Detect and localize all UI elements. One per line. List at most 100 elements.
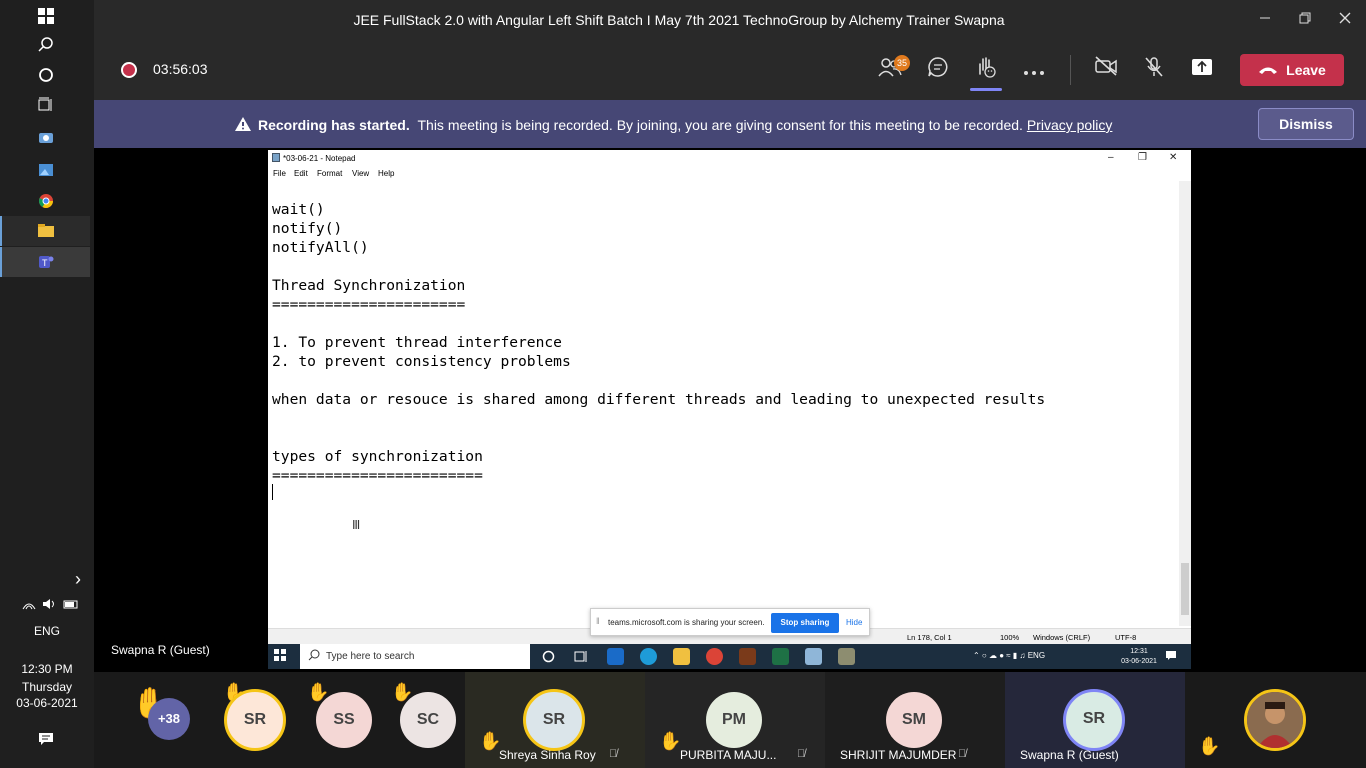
- chat-button[interactable]: [924, 56, 952, 84]
- notepad-line: notify(): [272, 220, 343, 237]
- reactions-button[interactable]: [972, 56, 1000, 84]
- clock-day: Thursday: [21, 680, 73, 694]
- recording-banner: Recording has started. This meeting is b…: [94, 100, 1366, 148]
- mic-off-icon: 🎙̸: [958, 748, 967, 760]
- chrome-icon[interactable]: [34, 189, 58, 213]
- overflow-participants-button[interactable]: +38: [148, 698, 190, 740]
- participant-name: SHRIJIT MAJUMDER: [840, 748, 957, 762]
- shared-system-tray: ⌃ ○ ☁ ● ≈ ▮ ♫ ENG: [973, 651, 1046, 660]
- minimize-button[interactable]: [1253, 8, 1277, 32]
- task-view-icon[interactable]: [34, 93, 58, 117]
- banner-content: Recording has started. This meeting is b…: [234, 116, 1112, 135]
- participant-tile[interactable]: SM SHRIJIT MAJUMDER 🎙̸: [825, 672, 1005, 768]
- mic-off-button[interactable]: [1140, 56, 1168, 84]
- leave-label: Leave: [1286, 62, 1326, 78]
- participant-avatar[interactable]: SR: [224, 689, 286, 751]
- shared-windows-taskbar: Type here to search ⌃ ○ ☁ ● ≈ ▮ ♫ ENG 12…: [268, 644, 1191, 669]
- system-tray-icons[interactable]: [20, 592, 80, 616]
- notepad-line: wait(): [272, 201, 325, 218]
- participant-avatar: PM: [706, 692, 762, 748]
- hang-up-icon: [1258, 62, 1278, 78]
- menu-view: View: [352, 169, 370, 178]
- participant-tile[interactable]: PM ✋ PURBITA MAJU... 🎙̸: [645, 672, 825, 768]
- windows-taskbar: T › ENG 12:30 PM Thursday 03-06-2021: [0, 0, 94, 768]
- share-screen-button[interactable]: [1188, 56, 1216, 84]
- notification-icon[interactable]: [34, 727, 58, 751]
- dismiss-button[interactable]: Dismiss: [1258, 108, 1354, 140]
- leave-button[interactable]: Leave: [1240, 54, 1344, 86]
- tray-language: ENG: [1027, 651, 1046, 660]
- participant-tile[interactable]: SR ✋ Shreya Sinha Roy 🎙̸: [465, 672, 645, 768]
- notepad-restore-icon: ❐: [1138, 152, 1147, 163]
- shared-clock-time: 12:31: [1130, 648, 1148, 655]
- excel-icon: [772, 648, 789, 665]
- file-explorer-icon[interactable]: [34, 219, 58, 243]
- participant-avatar[interactable]: SC: [400, 692, 456, 748]
- notepad-line: 1. To prevent thread interference: [272, 334, 562, 351]
- close-button[interactable]: [1333, 8, 1357, 32]
- more-options-button[interactable]: [1020, 56, 1048, 84]
- stop-sharing-button: Stop sharing: [771, 613, 839, 633]
- menu-edit: Edit: [294, 169, 308, 178]
- cortana-icon: [540, 648, 557, 665]
- notepad-close-icon: ✕: [1169, 152, 1178, 163]
- camera-app-icon[interactable]: [34, 125, 58, 149]
- cortana-icon[interactable]: [34, 63, 58, 87]
- notepad-line: [272, 314, 1045, 333]
- teams-icon[interactable]: T: [34, 250, 58, 274]
- photos-icon[interactable]: [34, 158, 58, 182]
- status-encoding: UTF-8: [1115, 633, 1137, 642]
- notepad-line: when data or resouce is shared among dif…: [272, 391, 1046, 408]
- mic-off-icon: 🎙̸: [609, 748, 618, 760]
- notepad-line: ========================: [272, 467, 483, 484]
- share-message: teams.microsoft.com is sharing your scre…: [608, 618, 765, 627]
- svg-text:T: T: [42, 258, 48, 268]
- notepad-line: notifyAll(): [272, 239, 369, 256]
- status-zoom: 100%: [1000, 633, 1020, 642]
- shared-clock-date: 03-06-2021: [1121, 658, 1157, 665]
- status-position: Ln 178, Col 1: [907, 633, 952, 642]
- raised-hand-icon: ✋: [659, 731, 682, 751]
- screen-share-notification: ‖ teams.microsoft.com is sharing your sc…: [590, 608, 870, 636]
- text-caret: [272, 484, 273, 500]
- restore-button[interactable]: [1293, 8, 1317, 32]
- notepad-minimize-icon: –: [1108, 152, 1114, 163]
- app-icon: [739, 648, 756, 665]
- notepad-line: [272, 428, 1045, 447]
- shared-screen: *03-06-21 - Notepad – ❐ ✕ File Edit Form…: [268, 150, 1191, 669]
- camera-off-button[interactable]: [1092, 56, 1120, 84]
- participants-count-badge: 35: [894, 55, 910, 71]
- menu-file: File: [273, 169, 286, 178]
- menu-format: Format: [317, 169, 343, 178]
- presenter-name-label: Swapna R (Guest): [111, 643, 210, 657]
- notepad-title: *03-06-21 - Notepad: [283, 154, 356, 163]
- windows-logo-icon[interactable]: [34, 4, 58, 28]
- file-explorer-icon: [673, 648, 690, 665]
- notepad-line: Thread Synchronization: [272, 277, 466, 294]
- privacy-policy-link[interactable]: Privacy policy: [1027, 117, 1113, 133]
- notepad-scrollbar: [1179, 181, 1191, 626]
- meeting-controls-bar: 03:56:03 35 Leave: [94, 40, 1366, 100]
- participant-photo-avatar[interactable]: [1244, 689, 1306, 751]
- recording-icon: [121, 62, 137, 78]
- notepad-line: ======================: [272, 296, 466, 313]
- search-icon[interactable]: [34, 33, 58, 57]
- paint-icon: [838, 648, 855, 665]
- meeting-timer: 03:56:03: [153, 61, 208, 77]
- language-indicator[interactable]: ENG: [0, 624, 94, 638]
- banner-message: This meeting is being recorded. By joini…: [417, 117, 1023, 133]
- notepad-line: 2. to prevent consistency problems: [272, 353, 571, 370]
- banner-title: Recording has started.: [258, 117, 410, 133]
- participant-tile[interactable]: SR Swapna R (Guest): [1005, 672, 1185, 768]
- notepad-scroll-thumb: [1181, 563, 1189, 615]
- participant-avatar[interactable]: SS: [316, 692, 372, 748]
- hide-button: Hide: [846, 618, 863, 627]
- clock-time: 12:30 PM: [21, 662, 73, 676]
- participant-name: Swapna R (Guest): [1020, 748, 1119, 762]
- status-line-endings: Windows (CRLF): [1033, 633, 1091, 642]
- mic-off-icon: 🎙̸: [797, 748, 806, 760]
- participant-name: Shreya Sinha Roy: [499, 748, 596, 762]
- mail-icon: [607, 648, 624, 665]
- participant-strip: ✋ +38 ✋ SR ✋ SS ✋ SC SR ✋ Shreya Sinha R…: [94, 672, 1366, 768]
- chevron-right-icon[interactable]: ›: [66, 567, 90, 591]
